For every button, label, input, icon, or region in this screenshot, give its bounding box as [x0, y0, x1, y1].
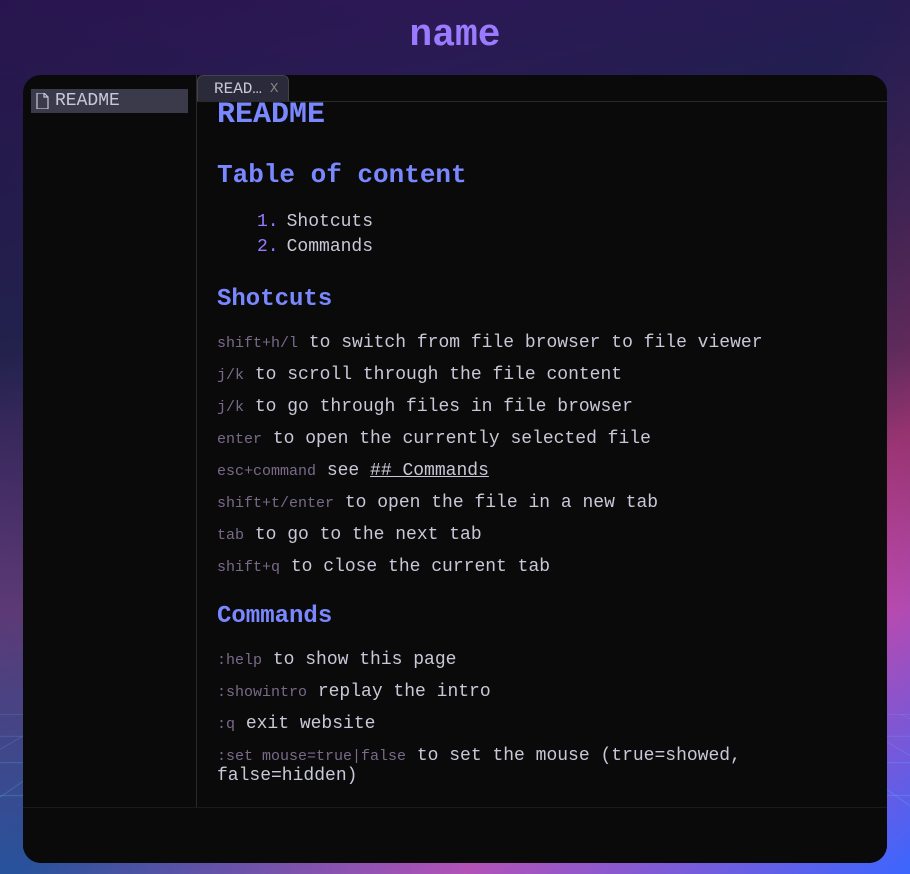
file-browser-sidebar[interactable]: README: [23, 75, 197, 807]
page-title: name: [0, 0, 910, 75]
shortcut-text: to switch from file browser to file view…: [298, 333, 762, 353]
command-text: exit website: [235, 714, 375, 734]
main-area: README READ… X README Table of content 1…: [23, 75, 887, 807]
shortcuts-heading: Shotcuts: [217, 286, 867, 313]
kbd: esc+command: [217, 463, 316, 480]
file-icon: [35, 93, 49, 109]
tab-label: READ…: [214, 80, 262, 98]
doc-title: README: [217, 101, 867, 132]
file-name-label: README: [55, 91, 120, 111]
toc-item[interactable]: 2. Commands: [257, 235, 867, 260]
kbd: enter: [217, 431, 262, 448]
kbd: j/k: [217, 367, 244, 384]
file-item-readme[interactable]: README: [31, 89, 188, 113]
shortcut-line: j/k to go through files in file browser: [217, 397, 867, 417]
tab-readme[interactable]: READ… X: [197, 75, 289, 101]
commands-heading: Commands: [217, 603, 867, 630]
shortcut-text: to open the file in a new tab: [334, 493, 658, 513]
command-text: to show this page: [262, 650, 456, 670]
shortcut-text: to go through files in file browser: [244, 397, 633, 417]
kbd: :showintro: [217, 684, 307, 701]
shortcut-text: see: [316, 461, 370, 481]
shortcut-line: enter to open the currently selected fil…: [217, 429, 867, 449]
kbd: tab: [217, 527, 244, 544]
toc-heading: Table of content: [217, 160, 867, 190]
content-area: READ… X README Table of content 1. Shotc…: [197, 75, 887, 807]
app-window: README READ… X README Table of content 1…: [23, 75, 887, 863]
kbd: :set mouse=true|false: [217, 748, 406, 765]
shortcut-text: to open the currently selected file: [262, 429, 651, 449]
kbd: :help: [217, 652, 262, 669]
shortcut-line: esc+command see ## Commands: [217, 461, 867, 481]
kbd: shift+h/l: [217, 335, 298, 352]
kbd: shift+t/enter: [217, 495, 334, 512]
shortcut-line: shift+t/enter to open the file in a new …: [217, 493, 867, 513]
toc-number: 2.: [257, 235, 279, 260]
tab-bar: READ… X: [197, 75, 887, 101]
kbd: :q: [217, 716, 235, 733]
toc-label: Shotcuts: [287, 210, 373, 235]
close-icon[interactable]: X: [270, 81, 278, 97]
file-viewer[interactable]: README Table of content 1. Shotcuts 2. C…: [197, 101, 887, 807]
shortcut-line: j/k to scroll through the file content: [217, 365, 867, 385]
shortcut-text: to close the current tab: [280, 557, 550, 577]
commands-link[interactable]: ## Commands: [370, 461, 489, 481]
command-line: :q exit website: [217, 714, 867, 734]
command-input-area[interactable]: [23, 807, 887, 863]
shortcut-line: shift+q to close the current tab: [217, 557, 867, 577]
command-line: :showintro replay the intro: [217, 682, 867, 702]
shortcut-line: tab to go to the next tab: [217, 525, 867, 545]
command-line: :set mouse=true|false to set the mouse (…: [217, 746, 867, 786]
kbd: shift+q: [217, 559, 280, 576]
toc-number: 1.: [257, 210, 279, 235]
toc-item[interactable]: 1. Shotcuts: [257, 210, 867, 235]
toc-label: Commands: [287, 235, 373, 260]
shortcut-line: shift+h/l to switch from file browser to…: [217, 333, 867, 353]
command-line: :help to show this page: [217, 650, 867, 670]
shortcut-text: to scroll through the file content: [244, 365, 622, 385]
table-of-contents: 1. Shotcuts 2. Commands: [257, 210, 867, 260]
command-text: replay the intro: [307, 682, 491, 702]
kbd: j/k: [217, 399, 244, 416]
shortcut-text: to go to the next tab: [244, 525, 482, 545]
